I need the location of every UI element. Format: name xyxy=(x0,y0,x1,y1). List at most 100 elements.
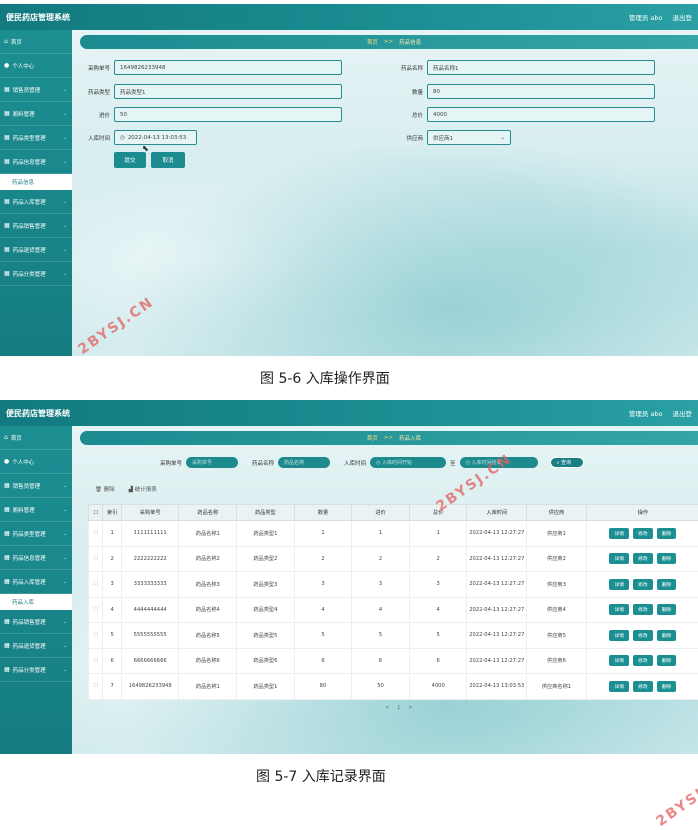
table-cell: 7 xyxy=(103,674,122,700)
sidebar-item[interactable]: ⌂首页 xyxy=(0,426,72,450)
row-actions: 详情修改删除 xyxy=(586,674,698,700)
logout-link[interactable]: 退出登 xyxy=(673,12,693,22)
table-cell: 供应商名称1 xyxy=(527,674,587,700)
delete-button[interactable]: 删除 xyxy=(657,655,677,666)
row-checkbox[interactable]: ☐ xyxy=(89,623,103,649)
chevron-down-icon: ⌄ xyxy=(63,111,67,117)
time-picker[interactable]: ◷2022-04-13 13:03:53 xyxy=(114,130,197,145)
delete-button[interactable]: 删除 xyxy=(657,528,677,539)
delete-button[interactable]: 删除 xyxy=(657,630,677,641)
row-checkbox[interactable]: ☐ xyxy=(89,648,103,674)
grid-icon: ▦ xyxy=(4,666,10,673)
detail-button[interactable]: 详情 xyxy=(609,655,629,666)
row-checkbox[interactable]: ☐ xyxy=(89,572,103,598)
pager-next[interactable]: > xyxy=(408,705,412,711)
chevron-down-icon: ⌄ xyxy=(63,531,67,537)
detail-button[interactable]: 详情 xyxy=(609,681,629,692)
sidebar-item[interactable]: ▦药品销售管理⌄ xyxy=(0,610,72,634)
row-checkbox[interactable]: ☐ xyxy=(89,674,103,700)
breadcrumb-home[interactable]: 首页 xyxy=(367,38,378,46)
edit-button[interactable]: 修改 xyxy=(633,579,653,590)
sidebar-item[interactable]: ▦药品信息管理⌄ xyxy=(0,150,72,174)
sidebar-item-label: 个人中心 xyxy=(12,458,34,466)
table-row[interactable]: ☐66666666666药品名称6药品类型66662022-04-13 12:2… xyxy=(89,648,698,674)
breadcrumb-sep: >> xyxy=(384,435,393,441)
logout-link[interactable]: 退出登 xyxy=(673,408,693,418)
sidebar-item[interactable]: ●个人中心 xyxy=(0,54,72,78)
sidebar-item[interactable]: ⌂首页 xyxy=(0,30,72,54)
row-checkbox[interactable]: ☐ xyxy=(89,597,103,623)
search-time-start-input[interactable]: ◷ 入库时间开始 xyxy=(370,457,446,468)
row-checkbox[interactable]: ☐ xyxy=(89,546,103,572)
purchase-no-input[interactable]: 1649826233948 xyxy=(114,60,342,75)
detail-button[interactable]: 详情 xyxy=(609,604,629,615)
table-cell: 供应商5 xyxy=(527,623,587,649)
sidebar-item[interactable]: ▦销售员管理⌄ xyxy=(0,78,72,102)
qty-input[interactable]: 80 xyxy=(427,84,655,99)
delete-button[interactable]: 删除 xyxy=(657,579,677,590)
supplier-select[interactable]: 供应商1⌄ xyxy=(427,130,511,145)
delete-button[interactable]: 删除 xyxy=(657,553,677,564)
edit-button[interactable]: 修改 xyxy=(633,681,653,692)
sidebar-subitem-active[interactable]: 药品入库 xyxy=(0,594,72,610)
edit-button[interactable]: 修改 xyxy=(633,604,653,615)
pager-prev[interactable]: < xyxy=(385,705,389,711)
sidebar-item[interactable]: ▦药品入库管理⌄ xyxy=(0,570,72,594)
edit-button[interactable]: 修改 xyxy=(633,630,653,641)
search-button[interactable]: ⌕ 查询 xyxy=(550,457,584,468)
sidebar-item[interactable]: ▦药品入库管理⌄ xyxy=(0,190,72,214)
sidebar-item[interactable]: ▦药品类型管理⌄ xyxy=(0,522,72,546)
table-row[interactable]: ☐44444444444药品名称4药品类型44442022-04-13 12:2… xyxy=(89,597,698,623)
cancel-button[interactable]: 取消 xyxy=(151,152,185,168)
sidebar-item[interactable]: ▦厕料管理⌄ xyxy=(0,102,72,126)
table-row[interactable]: ☐33333333333药品名称3药品类型33332022-04-13 12:2… xyxy=(89,572,698,598)
drug-name-label: 药品名称 xyxy=(393,64,423,72)
table-row[interactable]: ☐11111111111药品名称1药品类型11112022-04-13 12:2… xyxy=(89,521,698,547)
row-checkbox[interactable]: ☐ xyxy=(89,521,103,547)
sidebar-item[interactable]: ▦厕料管理⌄ xyxy=(0,498,72,522)
search-drug-name-input[interactable]: 药品名称 xyxy=(278,457,330,468)
drug-name-input[interactable]: 药品名称1 xyxy=(427,60,655,75)
sidebar-item[interactable]: ▦药品分类管理⌄ xyxy=(0,658,72,682)
chevron-down-icon: ⌄ xyxy=(63,223,67,229)
table-cell: 供应商1 xyxy=(527,521,587,547)
table-cell: 药品名称1 xyxy=(179,521,237,547)
chevron-down-icon: ⌄ xyxy=(63,555,67,561)
total-input[interactable]: 4000 xyxy=(427,107,655,122)
sidebar-item[interactable]: ▦销售员管理⌄ xyxy=(0,474,72,498)
sidebar-item[interactable]: ▦药品退货管理⌄ xyxy=(0,634,72,658)
detail-button[interactable]: 详情 xyxy=(609,553,629,564)
sidebar-item[interactable]: ▦药品分类管理⌄ xyxy=(0,262,72,286)
pager-page[interactable]: 1 xyxy=(397,705,400,711)
stats-button[interactable]: ▟ 统计报表 xyxy=(129,485,157,493)
row-actions: 详情修改删除 xyxy=(586,521,698,547)
sidebar-item[interactable]: ▦药品信息管理⌄ xyxy=(0,546,72,570)
delete-button[interactable]: 删除 xyxy=(657,604,677,615)
table-row[interactable]: ☐71649826233948药品名称1药品类型1805040002022-04… xyxy=(89,674,698,700)
price-input[interactable]: 50 xyxy=(114,107,342,122)
sidebar-item[interactable]: ▦药品类型管理⌄ xyxy=(0,126,72,150)
edit-button[interactable]: 修改 xyxy=(633,655,653,666)
detail-button[interactable]: 详情 xyxy=(609,528,629,539)
sidebar-item[interactable]: ▦药品退货管理⌄ xyxy=(0,238,72,262)
table-row[interactable]: ☐55555555555药品名称5药品类型55552022-04-13 12:2… xyxy=(89,623,698,649)
breadcrumb-home[interactable]: 首页 xyxy=(367,434,378,442)
delete-button[interactable]: 删除 xyxy=(657,681,677,692)
drug-type-input[interactable]: 药品类型1 xyxy=(114,84,342,99)
sidebar-item[interactable]: ▦药品销售管理⌄ xyxy=(0,214,72,238)
search-purchase-no-input[interactable]: 采购单号 xyxy=(186,457,238,468)
edit-button[interactable]: 修改 xyxy=(633,553,653,564)
sidebar-item-label: 销售员管理 xyxy=(13,86,41,94)
edit-button[interactable]: 修改 xyxy=(633,528,653,539)
detail-button[interactable]: 详情 xyxy=(609,579,629,590)
table-row[interactable]: ☐22222222222药品名称2药品类型22222022-04-13 12:2… xyxy=(89,546,698,572)
select-all-checkbox[interactable]: ☐ xyxy=(89,505,103,521)
table-cell: 2022-04-13 12:27:27 xyxy=(467,521,527,547)
sidebar-subitem-active[interactable]: 药品信息 xyxy=(0,174,72,190)
table-cell: 药品类型1 xyxy=(237,521,295,547)
delete-button[interactable]: 🗑︎ 删除 xyxy=(95,485,115,493)
chevron-down-icon: ⌄ xyxy=(63,159,67,165)
detail-button[interactable]: 详情 xyxy=(609,630,629,641)
submit-button[interactable]: 提交 xyxy=(114,152,146,168)
sidebar-item[interactable]: ●个人中心 xyxy=(0,450,72,474)
